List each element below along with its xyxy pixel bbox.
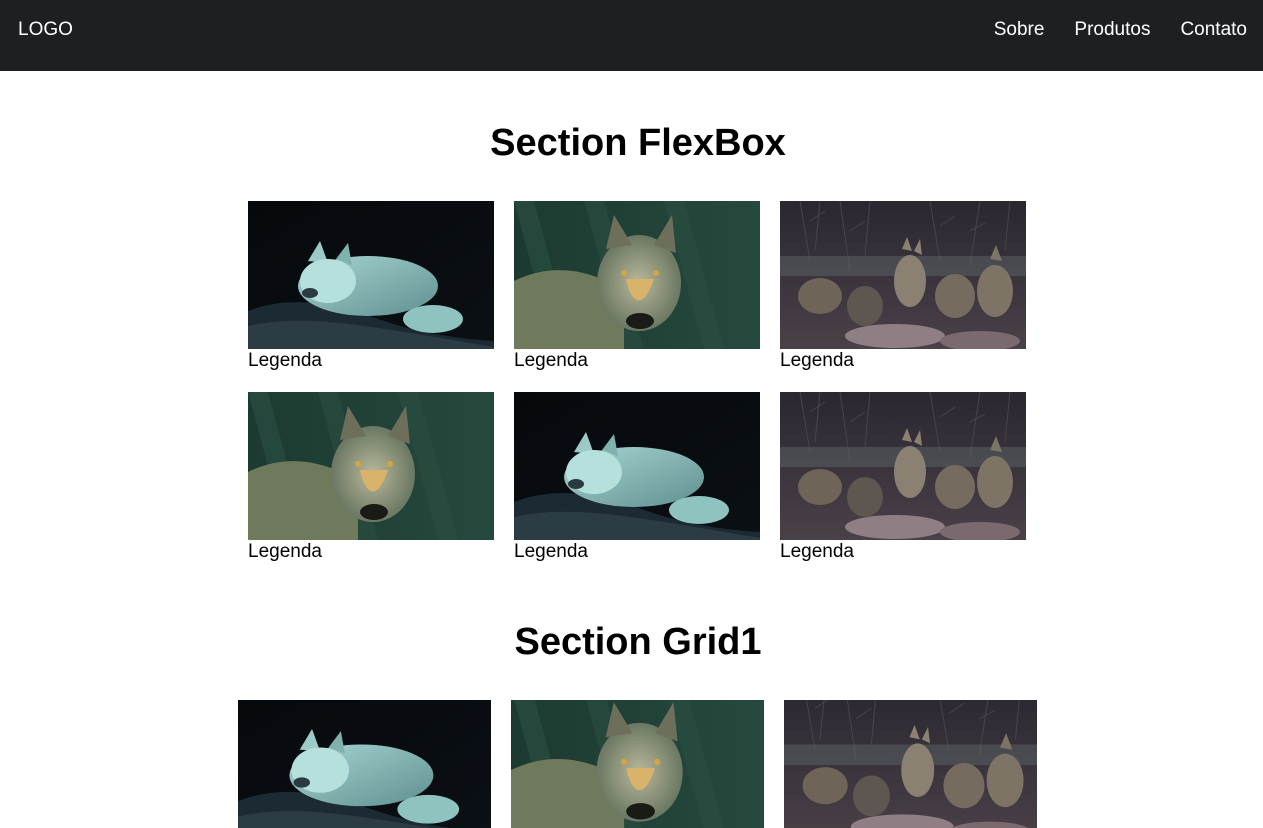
grid1-gallery (238, 700, 1037, 828)
nav-link-contato[interactable]: Contato (1180, 19, 1247, 41)
wolf-photo (511, 700, 764, 828)
card-caption: Legenda (514, 350, 588, 371)
card-caption: Legenda (248, 541, 322, 562)
gallery-card: Legenda (780, 201, 1026, 371)
wolf-photo (514, 201, 760, 349)
top-navbar: LOGO Sobre Produtos Contato (0, 0, 1263, 71)
section-flexbox-title: Section FlexBox (490, 122, 786, 164)
gallery-card: Legenda (248, 201, 494, 371)
nav-link-produtos[interactable]: Produtos (1074, 19, 1150, 41)
nav-link-sobre[interactable]: Sobre (994, 19, 1045, 41)
card-caption: Legenda (780, 541, 854, 562)
wolf-photo (238, 700, 491, 828)
wolf-photo (780, 392, 1026, 540)
wolf-photo (248, 392, 494, 540)
wolf-photo (248, 201, 494, 349)
wolf-photo (514, 392, 760, 540)
site-logo[interactable]: LOGO (18, 19, 73, 41)
card-caption: Legenda (248, 350, 322, 371)
gallery-card: Legenda (780, 392, 1026, 562)
gallery-card: Legenda (248, 392, 494, 562)
flexbox-gallery: Legenda Legenda Legenda Legenda Legenda … (248, 201, 1028, 562)
wolf-photo (780, 201, 1026, 349)
main-nav: Sobre Produtos Contato (994, 19, 1247, 41)
wolf-photo (784, 700, 1037, 828)
gallery-card: Legenda (514, 392, 760, 562)
card-caption: Legenda (514, 541, 588, 562)
section-grid1-title: Section Grid1 (514, 621, 762, 663)
gallery-card: Legenda (514, 201, 760, 371)
card-caption: Legenda (780, 350, 854, 371)
